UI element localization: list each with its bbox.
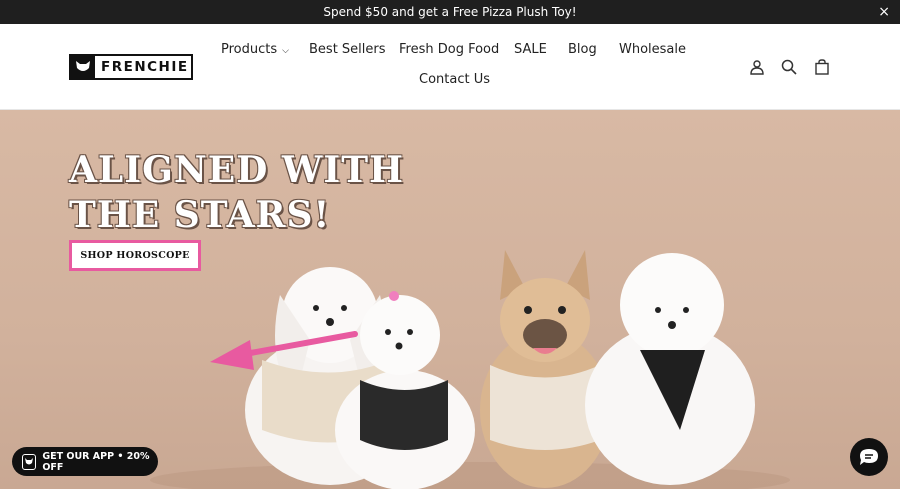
account-icon[interactable] <box>748 58 766 76</box>
announcement-bar: Spend $50 and get a Free Pizza Plush Toy… <box>0 0 900 24</box>
chat-bubble-icon <box>860 449 878 465</box>
bulldog-logo-icon <box>71 56 95 78</box>
announcement-text[interactable]: Spend $50 and get a Free Pizza Plush Toy… <box>323 5 576 19</box>
pink-arrow-icon <box>210 331 358 370</box>
hero-headline: ALIGNED WITH THE STARS! <box>69 148 429 238</box>
nav-blog[interactable]: Blog <box>568 42 597 57</box>
search-icon[interactable] <box>780 58 798 76</box>
chevron-down-icon: ⌵ <box>282 46 289 56</box>
nav-wholesale[interactable]: Wholesale <box>619 42 686 57</box>
hero-headline-line2: THE STARS! <box>69 194 331 236</box>
app-logo-icon <box>22 453 37 470</box>
site-header: FRENCHIE Products ⌵ Best Sellers Fresh Do… <box>0 24 900 110</box>
nav-products[interactable]: Products ⌵ <box>221 42 289 57</box>
close-icon[interactable]: × <box>878 4 890 20</box>
frenchie-logo[interactable]: FRENCHIE <box>69 54 193 80</box>
nav-contact-us[interactable]: Contact Us <box>419 72 490 87</box>
cart-icon[interactable] <box>813 58 831 76</box>
chat-button[interactable] <box>850 438 888 476</box>
hero-banner: ALIGNED WITH THE STARS! <box>0 110 900 489</box>
hero-headline-line1: ALIGNED WITH <box>69 149 404 191</box>
nav-products-label: Products <box>221 42 278 57</box>
brand-name: FRENCHIE <box>101 59 189 75</box>
nav-best-sellers[interactable]: Best Sellers <box>309 42 386 57</box>
shop-horoscope-button[interactable]: SHOP HOROSCOPE <box>69 240 201 271</box>
get-app-banner[interactable]: GET OUR APP • 20% OFF <box>12 447 158 476</box>
nav-sale[interactable]: SALE <box>514 42 547 57</box>
nav-fresh-dog-food[interactable]: Fresh Dog Food <box>399 42 499 57</box>
get-app-label: GET OUR APP • 20% OFF <box>42 450 150 473</box>
